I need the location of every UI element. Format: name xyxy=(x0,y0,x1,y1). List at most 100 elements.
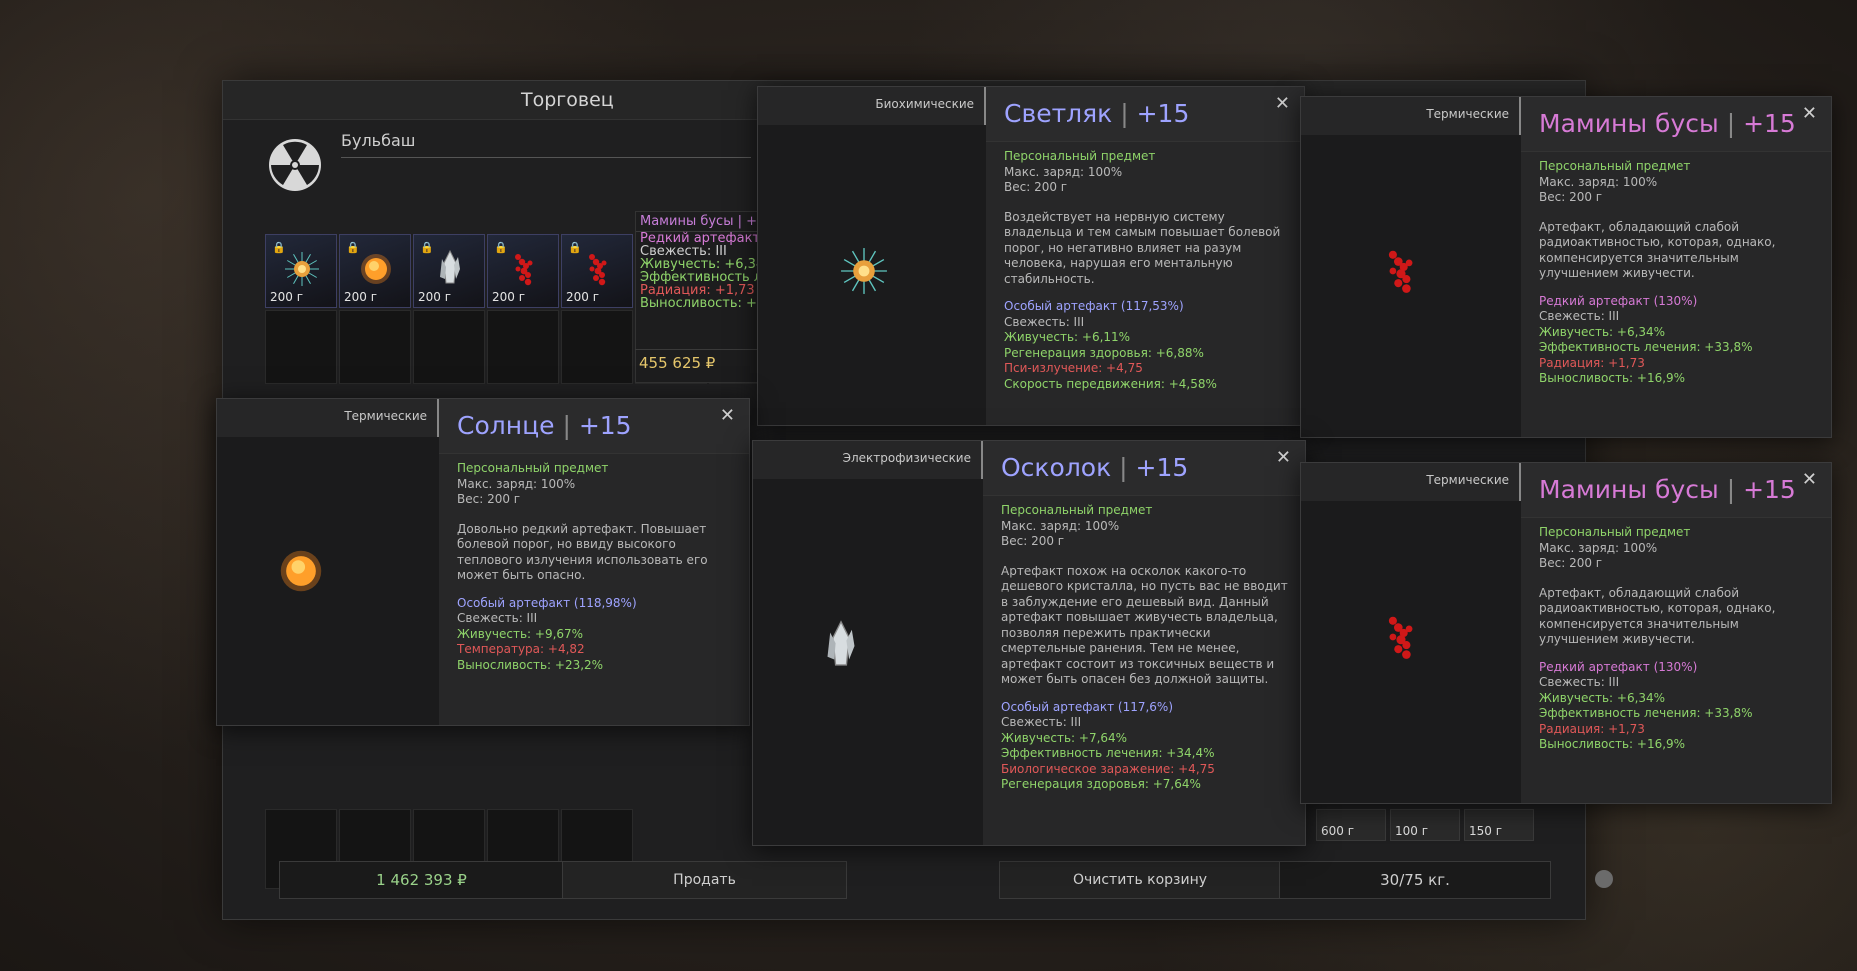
inventory-cell[interactable] xyxy=(339,310,411,384)
close-icon[interactable]: ✕ xyxy=(1275,93,1290,114)
trader-title: Торговец xyxy=(521,89,614,111)
freshness-label: Свежесть: III xyxy=(1004,314,1085,329)
item-weight: 200 г xyxy=(492,290,526,304)
stat-line: Живучесть: +6,11% xyxy=(1004,330,1131,344)
artifact-image xyxy=(430,249,470,289)
tooltip-preview-panel: Термические xyxy=(217,399,439,725)
buy-money: 455 625 ₽ xyxy=(635,349,763,376)
cart-weight: 30/75 кг. xyxy=(1279,861,1551,899)
freshness-label: Свежесть: III xyxy=(457,611,538,625)
stat-line: Скорость передвижения: +4,58% xyxy=(1004,376,1217,391)
inventory-cell[interactable] xyxy=(487,310,559,384)
beads-icon xyxy=(1388,250,1413,293)
inventory-cell[interactable]: 🔒 200 г xyxy=(413,234,485,308)
description: Артефакт похож на осколок какого-то деше… xyxy=(1001,563,1288,687)
category-header: Термические xyxy=(1301,97,1521,135)
title-separator: | xyxy=(1726,109,1744,138)
inventory-cell[interactable]: 🔒 200 г xyxy=(339,234,411,308)
inventory-cell[interactable] xyxy=(413,310,485,384)
shard-icon xyxy=(827,620,855,666)
stat-line: Выносливость: +16,9% xyxy=(1539,371,1686,385)
stats-list: Живучесть: +9,67% Температура: +4,82 Вынос… xyxy=(457,627,737,674)
close-icon[interactable]: ✕ xyxy=(720,405,735,426)
stat-line: Эффективность лечения: +33,8% xyxy=(1539,340,1753,354)
charge-label: Макс. заряд: 100% xyxy=(1539,174,1658,189)
description: Артефакт, обладающий слабой радиоактивно… xyxy=(1539,219,1776,281)
shard-icon xyxy=(440,249,460,284)
title-separator: | xyxy=(1119,453,1136,482)
artifact-name: Мамины бусы xyxy=(1539,109,1719,138)
stat-line: Пси-излучение: +4,75 xyxy=(1004,361,1143,375)
artifact-level: +15 xyxy=(578,411,632,440)
tooltip-preview-panel: Электрофизические xyxy=(753,441,983,845)
stat-line: Выносливость: +23,2% xyxy=(457,657,604,672)
quality-label: Особый артефакт (117,53%) xyxy=(1004,299,1184,313)
stat-line: Регенерация здоровья: +6,88% xyxy=(1004,345,1204,360)
artifact-name: Солнце xyxy=(457,411,555,440)
artifact-level: +15 xyxy=(1135,453,1189,482)
beads-icon xyxy=(1388,616,1413,659)
firefly-icon xyxy=(285,252,319,286)
quality-label: Редкий артефакт (130%) xyxy=(1539,293,1698,308)
cart-cell[interactable]: 600 г xyxy=(1316,809,1386,841)
category-header: Электрофизические xyxy=(753,441,983,479)
clear-cart-button[interactable]: Очистить корзину xyxy=(999,861,1281,899)
tooltip-body: Персональный предмет Макс. заряд: 100% В… xyxy=(1001,503,1293,793)
stat-line: Живучесть: +9,67% xyxy=(457,626,584,641)
description: Артефакт, обладающий слабой радиоактивно… xyxy=(1539,585,1776,647)
stat-line: Радиация: +1,73 xyxy=(1539,355,1645,370)
personal-label: Персональный предмет xyxy=(1539,159,1691,173)
item-weight: 100 г xyxy=(1395,824,1429,838)
cart-cell[interactable]: 100 г xyxy=(1390,809,1460,841)
artifact-tooltip: Электрофизические Осколок | +15 ✕ Персон… xyxy=(752,440,1306,846)
artifact-preview xyxy=(814,619,868,673)
title-separator: | xyxy=(562,411,579,440)
tooltip-info-panel: Мамины бусы | +15 ✕ Персональный предмет… xyxy=(1521,463,1831,803)
artifact-name: Осколок xyxy=(1001,453,1112,482)
stat-line: Живучесть: +6,34% xyxy=(1539,324,1666,339)
category-label: Электрофизические xyxy=(842,451,971,465)
inventory-cell[interactable]: 🔒 200 г xyxy=(265,234,337,308)
artifact-title: Осколок | +15 xyxy=(1001,453,1188,482)
category-label: Термические xyxy=(1426,473,1509,487)
tooltip-body: Персональный предмет Макс. заряд: 100% В… xyxy=(457,461,737,673)
personal-label: Персональный предмет xyxy=(1004,149,1156,163)
weight-label: Вес: 200 г xyxy=(1539,556,1603,570)
inventory-cell[interactable] xyxy=(265,310,337,384)
stat-line: Живучесть: +6,34% xyxy=(1539,690,1666,705)
title-separator: | xyxy=(1726,475,1744,504)
artifact-preview xyxy=(837,244,891,298)
artifact-level: +15 xyxy=(1743,109,1796,138)
freshness-label: Свежесть: III xyxy=(1001,715,1082,729)
sell-button[interactable]: Продать xyxy=(562,861,847,899)
artifact-level: +15 xyxy=(1136,99,1190,128)
beads-icon xyxy=(589,254,607,286)
description: Довольно редкий артефакт. Повышает болев… xyxy=(457,521,708,583)
cart-cell[interactable]: 150 г xyxy=(1464,809,1534,841)
item-weight: 200 г xyxy=(566,290,600,304)
artifact-tooltip: Термические Солнце | +15 ✕ Персональный … xyxy=(216,398,750,726)
inventory-cell[interactable]: 🔒 200 г xyxy=(561,234,633,308)
sun-icon xyxy=(361,254,391,284)
stat-line: Эффективность лечения: +33,8% xyxy=(1539,706,1753,720)
artifact-image xyxy=(356,249,396,289)
tooltip-info-panel: Светляк | +15 ✕ Персональный предмет Мак… xyxy=(986,87,1304,425)
tooltip-body: Персональный предмет Макс. заряд: 100% В… xyxy=(1004,149,1292,392)
close-icon[interactable]: ✕ xyxy=(1802,103,1817,124)
close-icon[interactable]: ✕ xyxy=(1276,447,1291,468)
stats-list: Живучесть: +6,34% Эффективность лечения: … xyxy=(1539,325,1819,387)
radiation-icon xyxy=(269,139,321,191)
close-icon[interactable]: ✕ xyxy=(1802,469,1817,490)
inventory-cell[interactable]: 🔒 200 г xyxy=(487,234,559,308)
freshness-label: Свежесть: III xyxy=(1539,309,1620,323)
category-label: Биохимические xyxy=(875,97,974,111)
quality-label: Особый артефакт (118,98%) xyxy=(457,595,637,610)
charge-label: Макс. заряд: 100% xyxy=(1004,164,1123,179)
stat-line: Живучесть: +7,64% xyxy=(1001,730,1128,745)
trash-icon[interactable] xyxy=(1595,870,1613,888)
item-weight: 600 г xyxy=(1321,824,1355,838)
sun-icon xyxy=(280,550,322,592)
inventory-cell[interactable] xyxy=(561,310,633,384)
personal-label: Персональный предмет xyxy=(1001,503,1153,517)
charge-label: Макс. заряд: 100% xyxy=(1539,540,1658,555)
